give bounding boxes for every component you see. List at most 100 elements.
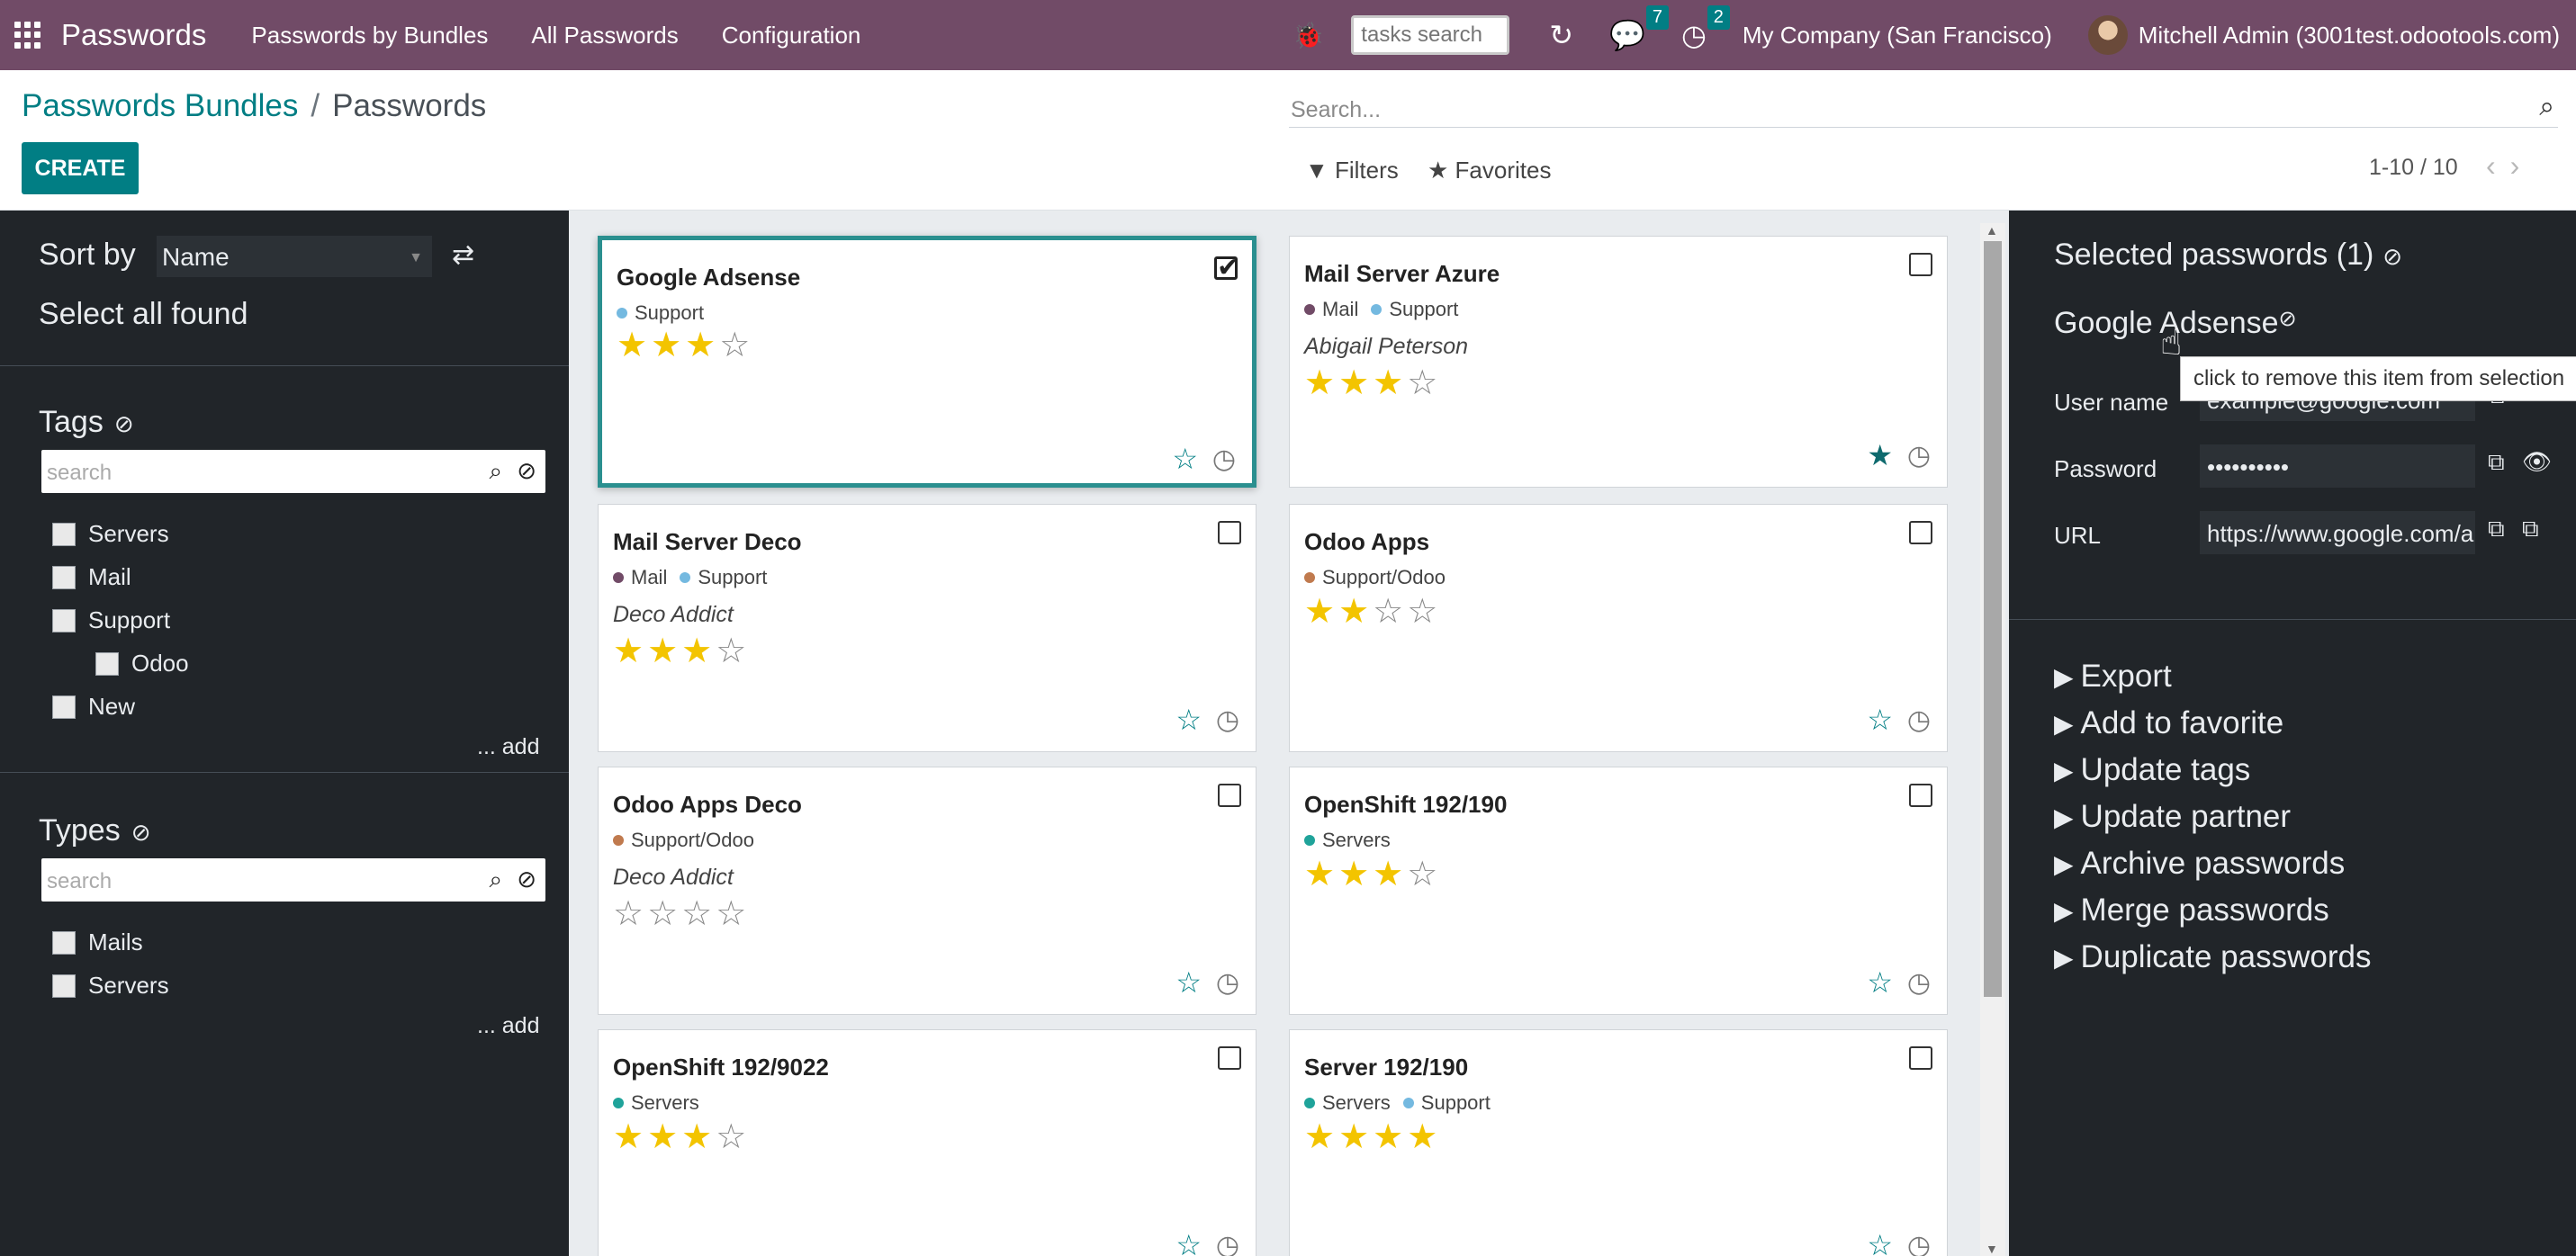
star-empty-icon[interactable]: ☆ <box>681 895 716 933</box>
favorite-star-icon[interactable]: ☆ <box>1867 965 1893 1000</box>
star-filled-icon[interactable]: ★ <box>613 632 647 670</box>
tags-add-link[interactable]: ... add <box>477 734 540 760</box>
clear-icon[interactable]: ⊘ <box>517 457 536 485</box>
action-export[interactable]: ▶ Export <box>2054 659 2172 695</box>
tags-search-input[interactable]: search ⌕ ⊘ <box>41 450 545 493</box>
favorite-star-icon[interactable]: ★ <box>1867 438 1893 472</box>
password-field[interactable]: •••••••••• <box>2200 444 2475 488</box>
star-filled-icon[interactable]: ★ <box>1338 856 1373 893</box>
app-brand[interactable]: Passwords <box>61 18 206 52</box>
activity-clock-icon[interactable]: ◷ <box>1907 1230 1931 1256</box>
company-switcher[interactable]: My Company (San Francisco) <box>1743 22 2052 49</box>
star-filled-icon[interactable]: ★ <box>1407 1118 1441 1156</box>
apps-menu-icon[interactable] <box>14 22 41 49</box>
favorite-star-icon[interactable]: ☆ <box>1867 1228 1893 1256</box>
user-menu[interactable]: Mitchell Admin (3001test.odootools.com) <box>2139 22 2560 49</box>
card-select-checkbox[interactable] <box>1218 1046 1241 1070</box>
password-card[interactable]: Server 192/190 Servers Support ★★★★ ☆ ◷ <box>1289 1029 1948 1256</box>
url-field[interactable]: https://www.google.com/a <box>2200 511 2475 554</box>
search-icon[interactable]: ⌕ <box>2539 92 2554 122</box>
activity-clock-icon[interactable]: ◷ <box>1216 704 1239 736</box>
debug-bug-icon[interactable]: 🐞 <box>1293 21 1324 50</box>
action-archive-passwords[interactable]: ▶ Archive passwords <box>2054 846 2345 882</box>
star-filled-icon[interactable]: ★ <box>1304 856 1338 893</box>
pager-next-icon[interactable]: › <box>2510 149 2535 182</box>
star-filled-icon[interactable]: ★ <box>1304 364 1338 402</box>
types-search-input[interactable]: search ⌕ ⊘ <box>41 858 545 902</box>
star-filled-icon[interactable]: ★ <box>651 327 685 364</box>
activity-clock-icon[interactable]: ◷ <box>1216 1230 1239 1256</box>
kanban-scrollbar[interactable]: ▲ ▼ <box>1980 223 2005 1256</box>
star-filled-icon[interactable]: ★ <box>613 1118 647 1156</box>
star-filled-icon[interactable]: ★ <box>1338 593 1373 631</box>
card-select-checkbox[interactable] <box>1218 784 1241 807</box>
create-button[interactable]: CREATE <box>22 142 139 194</box>
star-filled-icon[interactable]: ★ <box>1304 1118 1338 1156</box>
action-add-to-favorite[interactable]: ▶ Add to favorite <box>2054 705 2283 741</box>
star-empty-icon[interactable]: ☆ <box>1373 593 1407 631</box>
star-filled-icon[interactable]: ★ <box>1338 1118 1373 1156</box>
password-card[interactable]: Odoo Apps Support/Odoo ★★☆☆ ☆ ◷ <box>1289 504 1948 752</box>
star-empty-icon[interactable]: ☆ <box>613 895 647 933</box>
star-empty-icon[interactable]: ☆ <box>1407 856 1441 893</box>
checkbox[interactable] <box>52 973 76 998</box>
password-card[interactable]: Google AdsenseSupport★★★☆☆◷ <box>598 236 1256 488</box>
sort-select[interactable]: Name ▼ <box>157 236 432 277</box>
favorite-star-icon[interactable]: ☆ <box>1175 703 1202 737</box>
pager-value[interactable]: 1-10 / 10 <box>2369 155 2458 181</box>
activity-clock-icon[interactable]: ◷ <box>1907 440 1931 471</box>
types-reset-icon[interactable]: ⊘ <box>131 819 151 846</box>
user-avatar[interactable] <box>2087 15 2128 55</box>
star-filled-icon[interactable]: ★ <box>685 327 719 364</box>
star-filled-icon[interactable]: ★ <box>1373 856 1407 893</box>
scroll-down-icon[interactable]: ▼ <box>1986 1242 1998 1256</box>
breadcrumb-parent-link[interactable]: Passwords Bundles <box>22 88 298 123</box>
filters-dropdown[interactable]: ▼ Filters <box>1305 157 1399 184</box>
star-empty-icon[interactable]: ☆ <box>647 895 681 933</box>
scroll-up-icon[interactable]: ▲ <box>1986 223 1998 238</box>
checkbox[interactable] <box>95 651 119 676</box>
copy-icon[interactable]: ⧉ <box>2488 515 2505 543</box>
checkbox[interactable] <box>52 522 76 546</box>
activity-clock-icon[interactable]: ◷ <box>1212 444 1236 475</box>
type-checkbox-mails[interactable]: Mails <box>52 929 143 956</box>
tag-checkbox-support[interactable]: Support <box>52 606 170 634</box>
star-filled-icon[interactable]: ★ <box>1338 364 1373 402</box>
sort-direction-icon[interactable]: ⇄ <box>452 239 474 271</box>
menu-all-passwords[interactable]: All Passwords <box>531 22 678 49</box>
menu-passwords-by-bundles[interactable]: Passwords by Bundles <box>251 22 488 49</box>
star-empty-icon[interactable]: ☆ <box>716 1118 750 1156</box>
refresh-icon[interactable]: ↻ <box>1549 18 1573 52</box>
messages-icon[interactable]: 💬 7 <box>1609 5 1669 52</box>
star-filled-icon[interactable]: ★ <box>1373 364 1407 402</box>
external-link-icon[interactable]: ⧉ <box>2522 515 2539 543</box>
star-empty-icon[interactable]: ☆ <box>716 632 750 670</box>
clear-selection-icon[interactable]: ⊘ <box>2382 243 2402 270</box>
star-empty-icon[interactable]: ☆ <box>1407 364 1441 402</box>
password-card[interactable]: OpenShift 192/190 Servers ★★★☆ ☆ ◷ <box>1289 767 1948 1015</box>
copy-icon[interactable]: ⧉ <box>2488 448 2505 477</box>
card-select-checkbox[interactable] <box>1909 1046 1932 1070</box>
select-all-found-link[interactable]: Select all found <box>39 297 248 332</box>
star-empty-icon[interactable]: ☆ <box>1407 593 1441 631</box>
star-filled-icon[interactable]: ★ <box>617 327 651 364</box>
activities-clock-icon[interactable]: ◷ 2 <box>1681 5 1730 52</box>
activity-clock-icon[interactable]: ◷ <box>1216 967 1239 999</box>
checkbox[interactable] <box>52 930 76 955</box>
star-filled-icon[interactable]: ★ <box>647 632 681 670</box>
action-duplicate-passwords[interactable]: ▶ Duplicate passwords <box>2054 939 2371 975</box>
search-icon[interactable]: ⌕ <box>489 457 502 486</box>
star-empty-icon[interactable]: ☆ <box>719 327 753 364</box>
card-select-checkbox[interactable] <box>1909 253 1932 276</box>
password-card[interactable]: Odoo Apps Deco Support/Odoo Deco Addict ☆☆☆… <box>598 767 1256 1015</box>
card-select-checkbox[interactable] <box>1214 252 1239 283</box>
password-card[interactable]: OpenShift 192/9022 Servers ★★★☆ ☆ ◷ <box>598 1029 1256 1256</box>
scroll-thumb[interactable] <box>1984 241 2002 997</box>
clear-icon[interactable]: ⊘ <box>517 866 536 893</box>
remove-item-icon[interactable]: ⊘ <box>2279 307 2297 331</box>
tag-checkbox-new[interactable]: New <box>52 693 135 721</box>
menu-configuration[interactable]: Configuration <box>722 22 861 49</box>
types-add-link[interactable]: ... add <box>477 1013 540 1039</box>
checkbox[interactable] <box>52 565 76 589</box>
pager-prev-icon[interactable]: ‹ <box>2486 149 2510 182</box>
